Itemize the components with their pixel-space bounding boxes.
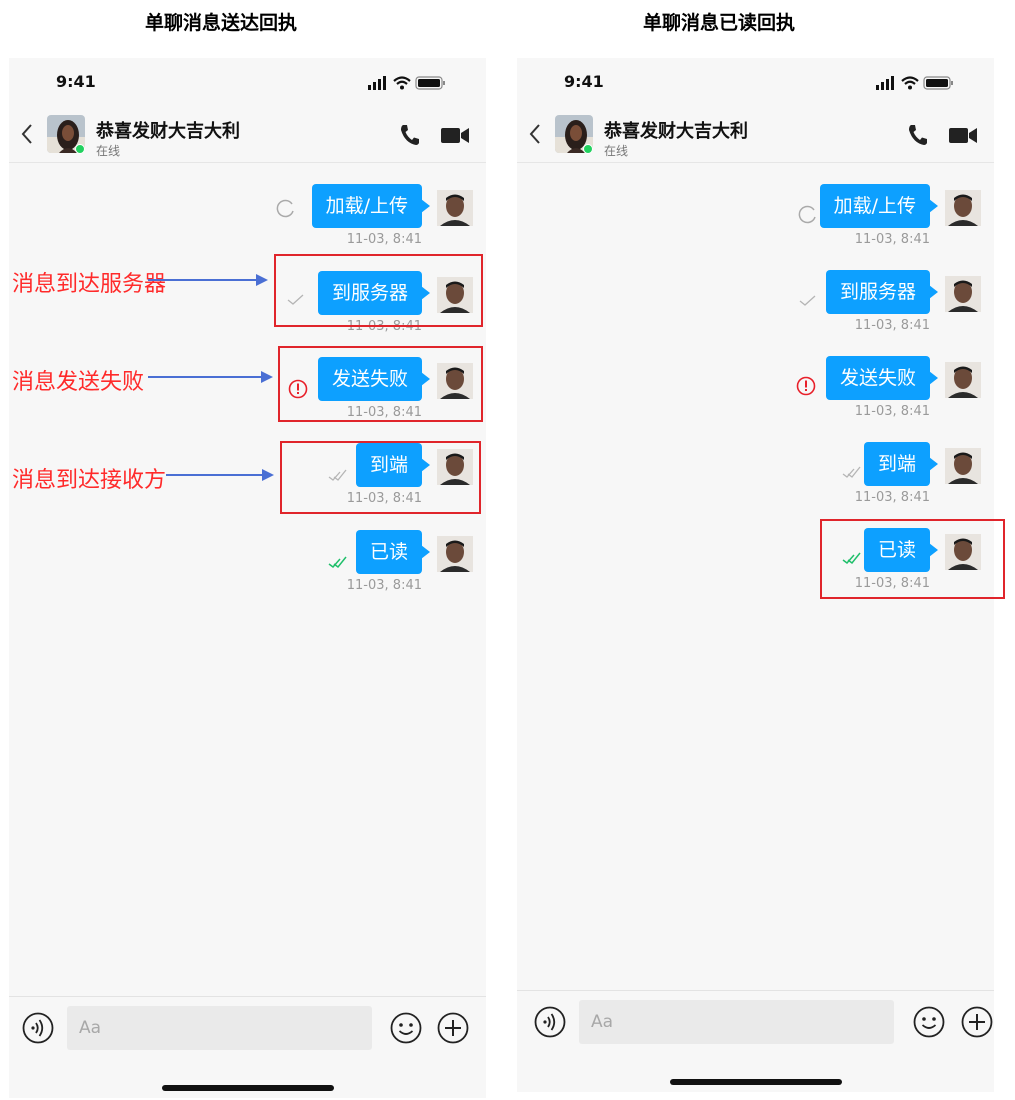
message-row: 已读 11-03, 8:41: [9, 530, 486, 600]
phone-screen-left: 9:41 恭喜发财大吉大利 在线 加载/上传 11-03, 8:41 到服务器 …: [9, 58, 486, 1098]
annotation-label-failed: 消息发送失败: [12, 370, 145, 395]
message-bubble[interactable]: 加载/上传: [311, 184, 431, 228]
phone-call-icon[interactable]: [399, 124, 419, 146]
message-time: 11-03, 8:41: [346, 232, 422, 247]
annotation-label-server: 消息到达服务器: [12, 272, 167, 297]
chat-header: 恭喜发财大吉大利 在线: [517, 108, 994, 163]
message-bubble[interactable]: 发送失败: [825, 356, 939, 400]
annotation-arrow: [166, 469, 274, 481]
status-bar: 9:41: [9, 58, 486, 108]
status-icons: [368, 76, 445, 90]
message-row: 到端 11-03, 8:41: [517, 442, 994, 512]
phone-call-icon[interactable]: [907, 124, 927, 146]
my-avatar[interactable]: [437, 536, 473, 572]
annotation-label-delivered: 消息到达接收方: [12, 468, 167, 493]
online-indicator: [75, 144, 85, 154]
message-row: 到服务器 11-03, 8:41: [517, 270, 994, 340]
my-avatar[interactable]: [437, 190, 473, 226]
message-input[interactable]: [67, 1006, 372, 1050]
annotation-arrow: [148, 371, 273, 383]
message-time: 11-03, 8:41: [854, 232, 930, 247]
emoji-icon[interactable]: [390, 1012, 422, 1044]
status-time: 9:41: [564, 72, 604, 91]
plus-icon[interactable]: [437, 1012, 469, 1044]
voice-input-icon[interactable]: [22, 1012, 54, 1044]
delivered-double-check-icon: [842, 466, 861, 478]
loading-spinner-icon: [276, 199, 294, 218]
chat-header: 恭喜发财大吉大利 在线: [9, 108, 486, 163]
emoji-icon[interactable]: [913, 1006, 945, 1038]
contact-status: 在线: [96, 144, 121, 158]
right-section-title: 单聊消息已读回执: [643, 12, 796, 34]
contact-name: 恭喜发财大吉大利: [604, 121, 748, 142]
home-indicator: [161, 1085, 334, 1091]
highlight-box-server: [274, 254, 483, 327]
left-section-title: 单聊消息送达回执: [145, 12, 298, 34]
message-row: 发送失败 11-03, 8:41: [517, 356, 994, 426]
message-row: 加载/上传 11-03, 8:41: [517, 184, 994, 254]
online-indicator: [583, 144, 593, 154]
my-avatar[interactable]: [945, 448, 981, 484]
loading-spinner-icon: [798, 205, 816, 224]
plus-icon[interactable]: [961, 1006, 993, 1038]
message-time: 11-03, 8:41: [854, 490, 930, 505]
message-time: 11-03, 8:41: [346, 578, 422, 593]
back-icon[interactable]: [527, 122, 543, 146]
message-row: 加载/上传 11-03, 8:41: [9, 184, 486, 254]
message-bubble[interactable]: 加载/上传: [819, 184, 939, 228]
send-failed-icon[interactable]: [796, 376, 816, 396]
status-time: 9:41: [56, 72, 96, 91]
my-avatar[interactable]: [945, 276, 981, 312]
message-bubble[interactable]: 到服务器: [825, 270, 939, 314]
highlight-box-delivered: [280, 441, 481, 514]
my-avatar[interactable]: [945, 190, 981, 226]
status-icons: [876, 76, 953, 90]
contact-status: 在线: [604, 144, 629, 158]
highlight-box-read: [820, 519, 1005, 599]
voice-input-icon[interactable]: [534, 1006, 566, 1038]
home-indicator: [669, 1079, 842, 1085]
back-icon[interactable]: [19, 122, 35, 146]
status-bar: 9:41: [517, 58, 994, 108]
message-input[interactable]: [579, 1000, 894, 1044]
message-bubble[interactable]: 到端: [863, 442, 939, 486]
read-double-check-icon: [328, 556, 347, 569]
contact-name: 恭喜发财大吉大利: [96, 121, 240, 142]
my-avatar[interactable]: [945, 362, 981, 398]
highlight-box-failed: [278, 346, 483, 422]
sent-check-icon: [799, 295, 816, 306]
input-bar: [517, 990, 994, 1092]
video-call-icon[interactable]: [441, 127, 469, 144]
message-bubble[interactable]: 已读: [355, 530, 431, 574]
annotation-arrow: [148, 274, 268, 286]
message-time: 11-03, 8:41: [854, 404, 930, 419]
video-call-icon[interactable]: [949, 127, 977, 144]
input-bar: [9, 996, 486, 1098]
message-time: 11-03, 8:41: [854, 318, 930, 333]
